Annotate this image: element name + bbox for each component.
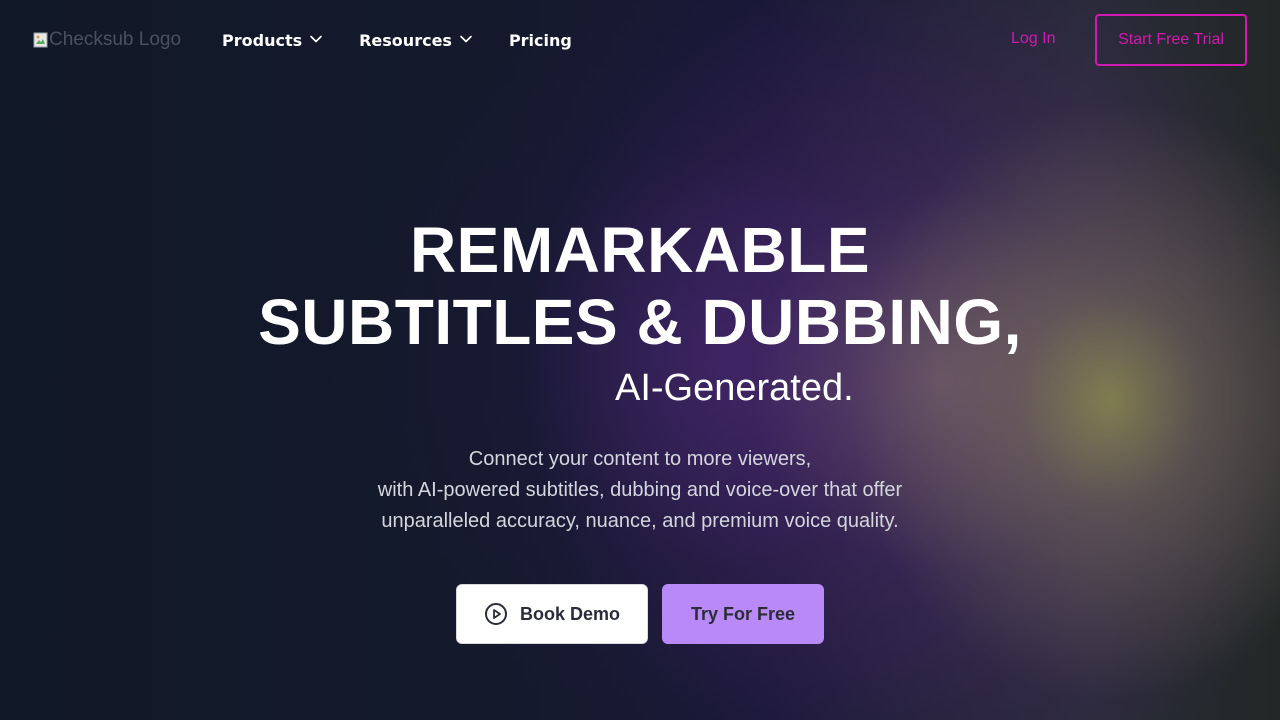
- main-nav: Products Resources Pricing: [222, 28, 608, 52]
- nav-item-label: Pricing: [508, 30, 572, 50]
- hero-subtitle: AI-Generated.: [615, 367, 854, 409]
- logo-alt-text: Checksub Logo: [49, 29, 182, 50]
- description-line: with AI-powered subtitles, dubbing and v…: [377, 479, 903, 501]
- description-line: unparalleled accuracy, nuance, and premi…: [381, 510, 899, 532]
- chevron-down-icon: [309, 31, 323, 50]
- start-free-trial-button[interactable]: Start Free Trial: [1095, 14, 1247, 66]
- landing-page: Checksub Logo Products Resources Pricing…: [0, 0, 1280, 720]
- nav-item-label: Products: [222, 30, 303, 50]
- description-line: Connect your content to more viewers,: [468, 448, 812, 470]
- hero-title-line2: SUBTITLES & DUBBING,: [258, 286, 1022, 358]
- login-link[interactable]: Log In: [1011, 30, 1055, 48]
- chevron-down-icon: [459, 31, 473, 50]
- play-circle-icon: [484, 602, 508, 626]
- hero-title-line1: REMARKABLE: [409, 214, 871, 286]
- book-demo-label: Book Demo: [519, 603, 620, 624]
- logo[interactable]: Checksub Logo: [33, 29, 181, 51]
- broken-image-icon: [33, 32, 49, 48]
- nav-item-label: Resources: [359, 30, 452, 50]
- nav-item-products[interactable]: Products: [222, 31, 323, 50]
- hero-title: REMARKABLE SUBTITLES & DUBBING,: [0, 214, 1280, 358]
- try-for-free-label: Try For Free: [690, 603, 796, 624]
- site-header: Checksub Logo Products Resources Pricing…: [0, 0, 1280, 80]
- nav-item-resources[interactable]: Resources: [359, 31, 473, 50]
- hero-description: Connect your content to more viewers, wi…: [0, 444, 1280, 537]
- try-for-free-button[interactable]: Try For Free: [662, 584, 824, 644]
- nav-item-pricing[interactable]: Pricing: [509, 31, 572, 50]
- book-demo-button[interactable]: Book Demo: [456, 584, 648, 644]
